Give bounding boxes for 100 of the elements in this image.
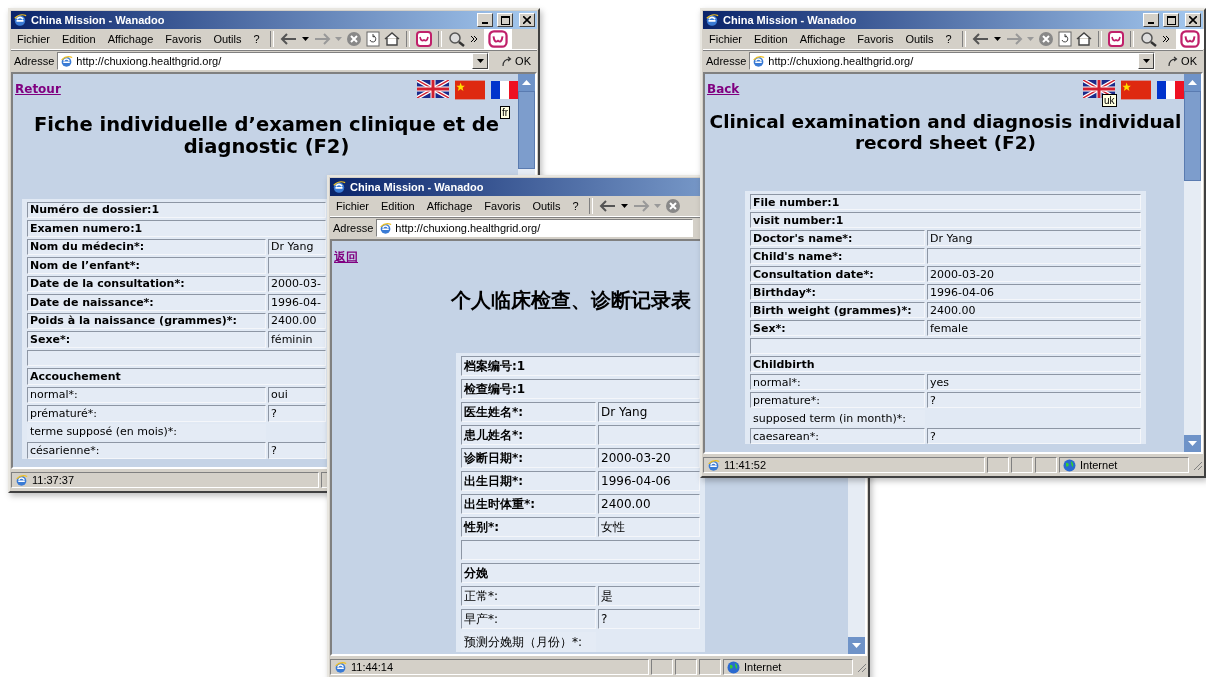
- field-label: prématuré*:: [27, 405, 266, 422]
- menu-item[interactable]: Outils: [526, 200, 567, 212]
- record-number: visit number:1: [750, 212, 1141, 229]
- maximize-button[interactable]: [1163, 13, 1179, 27]
- back-arrow-icon[interactable]: [279, 33, 298, 45]
- logo-icon[interactable]: [1107, 31, 1124, 47]
- browser-icon: [334, 660, 347, 674]
- field-value: 1996-04-: [268, 294, 326, 311]
- france-flag-icon[interactable]: [491, 80, 518, 100]
- field-label: césarienne*:: [27, 442, 266, 459]
- field-value: 1996-04-06: [598, 471, 700, 492]
- uk-flag-icon[interactable]: [1083, 80, 1115, 98]
- back-link[interactable]: Back: [707, 82, 740, 96]
- field-label: 医生姓名*:: [461, 402, 596, 423]
- maximize-button[interactable]: [497, 13, 513, 27]
- caret-icon[interactable]: [993, 36, 1001, 42]
- logo-icon[interactable]: [415, 31, 432, 47]
- curved-arrow-icon: [1167, 55, 1180, 67]
- address-label: Adresse: [14, 55, 55, 67]
- field-value: Dr Yang: [268, 238, 326, 256]
- scroll-down-icon[interactable]: [848, 637, 865, 654]
- minimize-button[interactable]: [477, 13, 493, 27]
- close-button[interactable]: [519, 13, 535, 27]
- back-arrow-icon[interactable]: [971, 33, 990, 45]
- menu-item[interactable]: Affichage: [793, 33, 852, 45]
- menu-item[interactable]: Favoris: [159, 33, 208, 45]
- chevron-icon[interactable]: [469, 35, 478, 43]
- zone-pane: Internet: [723, 659, 853, 675]
- menu-item[interactable]: Edition: [375, 200, 421, 212]
- menu-item[interactable]: ?: [939, 33, 958, 45]
- caret-icon[interactable]: [620, 203, 628, 209]
- field-label: 出生时体重*:: [461, 494, 596, 515]
- menu-item[interactable]: Affichage: [101, 33, 160, 45]
- back-arrow-icon[interactable]: [598, 200, 617, 212]
- close-button[interactable]: [1185, 13, 1201, 27]
- menu-item[interactable]: Fichier: [11, 33, 56, 45]
- menu-item[interactable]: Favoris: [478, 200, 527, 212]
- address-label: Adresse: [333, 222, 374, 234]
- uk-flag-icon[interactable]: [417, 80, 449, 98]
- field-label: caesarean*:: [750, 428, 925, 445]
- record-number: Numéro de dossier:1: [27, 201, 326, 219]
- window-title: China Mission - Wanadoo: [31, 14, 166, 26]
- field-label: 性别*:: [461, 517, 596, 538]
- browser-icon: [705, 13, 719, 27]
- field-label: Birthday*:: [750, 284, 925, 301]
- search-icon[interactable]: [1139, 31, 1158, 47]
- menu-item[interactable]: Fichier: [703, 33, 748, 45]
- scroll-thumb[interactable]: [518, 91, 535, 169]
- scroll-up-icon[interactable]: [518, 74, 535, 91]
- address-field[interactable]: http://chuxiong.healthgrid.org/: [749, 52, 1156, 70]
- address-field[interactable]: http://chuxiong.healthgrid.org/: [57, 52, 490, 70]
- search-icon[interactable]: [447, 31, 466, 47]
- record-number: Examen numero:1: [27, 220, 326, 237]
- menu-item[interactable]: ?: [566, 200, 585, 212]
- stop-icon[interactable]: [664, 198, 681, 214]
- home-icon[interactable]: [383, 31, 400, 47]
- menu-item[interactable]: ?: [247, 33, 266, 45]
- chevron-icon[interactable]: [1161, 35, 1170, 43]
- status-pane: [699, 659, 721, 675]
- field-value: 2400.00: [598, 494, 700, 515]
- field-label: Date de naissance*:: [27, 294, 266, 311]
- address-field[interactable]: http://chuxiong.healthgrid.org/: [376, 219, 693, 237]
- refresh-icon[interactable]: [1057, 31, 1072, 47]
- minimize-button[interactable]: [1143, 13, 1159, 27]
- page-heading: Fiche individuelle d’examen clinique et de diagnostic (F2): [33, 114, 500, 158]
- menu-item[interactable]: Outils: [899, 33, 940, 45]
- china-flag-icon[interactable]: [455, 80, 485, 100]
- field-label: 早产*:: [461, 609, 596, 630]
- menu-item[interactable]: Affichage: [420, 200, 479, 212]
- china-flag-icon[interactable]: [1121, 80, 1151, 100]
- scroll-down-icon[interactable]: [1184, 435, 1201, 452]
- field-label: 出生日期*:: [461, 471, 596, 492]
- back-link[interactable]: 返回: [334, 249, 358, 266]
- menu-item[interactable]: Fichier: [330, 200, 375, 212]
- field-label: Doctor's name*:: [750, 230, 925, 247]
- record-number: 检查编号:1: [461, 379, 700, 400]
- window-title: China Mission - Wanadoo: [350, 181, 485, 193]
- field-value: yes: [927, 374, 1141, 391]
- menu-item[interactable]: Favoris: [851, 33, 900, 45]
- dropdown-button[interactable]: [472, 53, 489, 69]
- resize-grip-icon[interactable]: [1191, 459, 1203, 471]
- menu-item[interactable]: Edition: [748, 33, 794, 45]
- section-heading: 分娩: [461, 563, 700, 584]
- stop-icon[interactable]: [1037, 31, 1054, 47]
- status-pane: [1035, 457, 1057, 473]
- caret-icon[interactable]: [301, 36, 309, 42]
- stop-icon[interactable]: [345, 31, 362, 47]
- back-link[interactable]: Retour: [15, 82, 61, 96]
- scroll-thumb[interactable]: [1184, 91, 1201, 181]
- home-icon[interactable]: [1075, 31, 1092, 47]
- france-flag-icon[interactable]: [1157, 80, 1184, 100]
- field-value: ?: [927, 392, 1141, 409]
- menu-item[interactable]: Outils: [207, 33, 248, 45]
- scroll-up-icon[interactable]: [1184, 74, 1201, 91]
- field-label: premature*:: [750, 392, 925, 409]
- resize-grip-icon[interactable]: [855, 661, 867, 673]
- menu-item[interactable]: Edition: [56, 33, 102, 45]
- dropdown-button[interactable]: [1138, 53, 1155, 69]
- field-value: ?: [927, 428, 1141, 445]
- refresh-icon[interactable]: [365, 31, 380, 47]
